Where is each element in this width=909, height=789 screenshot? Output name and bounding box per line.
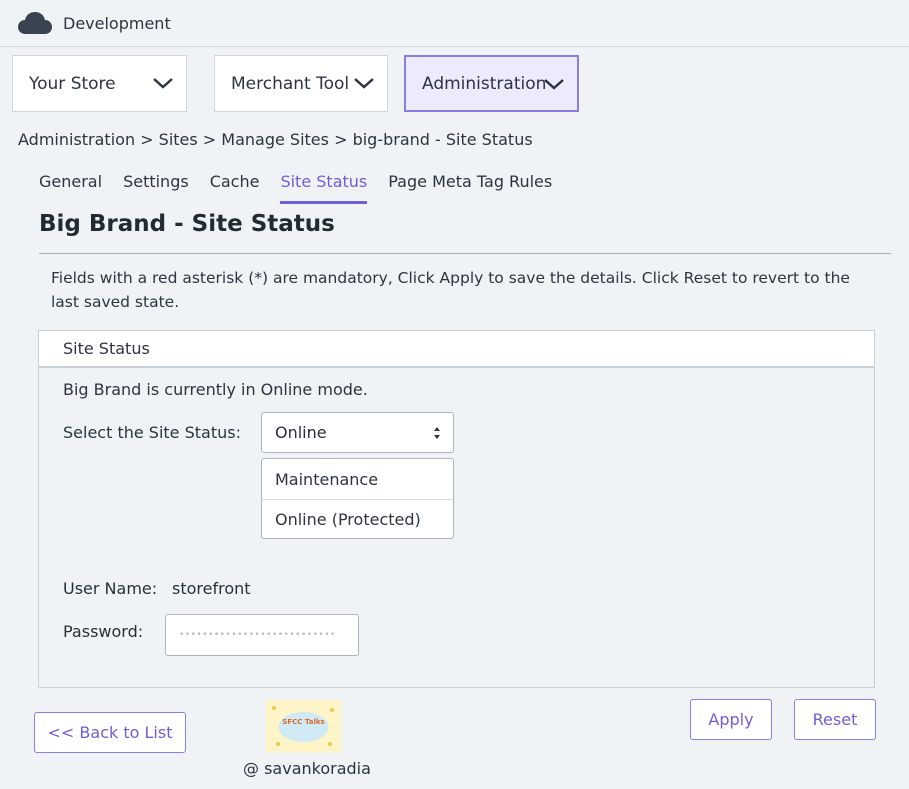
nav-merchant-tool-label: Merchant Tool: [231, 73, 350, 94]
nav-administration-label: Administration: [422, 73, 547, 94]
tab-settings[interactable]: Settings: [123, 172, 189, 204]
chevron-down-icon: [354, 78, 374, 89]
nav-merchant-tool[interactable]: Merchant Tool: [214, 55, 388, 112]
panel-header: Site Status: [39, 331, 874, 368]
cloud-icon: [18, 12, 52, 34]
tab-bar: General Settings Cache Site Status Page …: [39, 172, 573, 204]
apply-button[interactable]: Apply: [690, 699, 772, 740]
logo-background-icon: [272, 706, 334, 746]
nav-administration[interactable]: Administration: [404, 55, 579, 112]
password-field[interactable]: [165, 614, 359, 656]
tab-cache[interactable]: Cache: [210, 172, 260, 204]
back-to-list-button[interactable]: << Back to List: [34, 712, 186, 753]
nav-your-store-label: Your Store: [29, 73, 116, 94]
user-name-label: User Name:: [63, 579, 158, 598]
chevron-down-icon: [153, 78, 173, 89]
site-status-dropdown: Maintenance Online (Protected): [261, 458, 454, 539]
option-maintenance[interactable]: Maintenance: [262, 459, 453, 499]
environment-name: Development: [63, 13, 171, 33]
watermark-logo: SFCC Talks: [266, 700, 341, 753]
site-status-selected-value: Online: [275, 423, 327, 442]
watermark-logo-text: SFCC Talks: [282, 718, 325, 726]
current-status-message: Big Brand is currently in Online mode.: [63, 380, 368, 399]
title-divider: [39, 253, 891, 254]
password-label: Password:: [63, 622, 144, 641]
tab-general[interactable]: General: [39, 172, 102, 204]
tab-page-meta-tag-rules[interactable]: Page Meta Tag Rules: [388, 172, 552, 204]
option-online-protected[interactable]: Online (Protected): [262, 499, 453, 539]
page-title: Big Brand - Site Status: [39, 211, 335, 237]
site-status-select[interactable]: Online: [261, 412, 454, 453]
select-arrows-icon: [434, 427, 440, 439]
chevron-down-icon: [544, 79, 564, 90]
top-bar: Development: [0, 0, 909, 47]
site-status-label: Select the Site Status:: [63, 423, 241, 442]
breadcrumb[interactable]: Administration > Sites > Manage Sites > …: [18, 130, 533, 149]
watermark-handle: @ savankoradia: [243, 759, 371, 778]
instructions-text: Fields with a red asterisk (*) are manda…: [51, 269, 850, 311]
user-name-value: storefront: [172, 579, 251, 598]
reset-button[interactable]: Reset: [794, 699, 876, 740]
nav-your-store[interactable]: Your Store: [12, 55, 187, 112]
tab-site-status[interactable]: Site Status: [280, 172, 368, 204]
